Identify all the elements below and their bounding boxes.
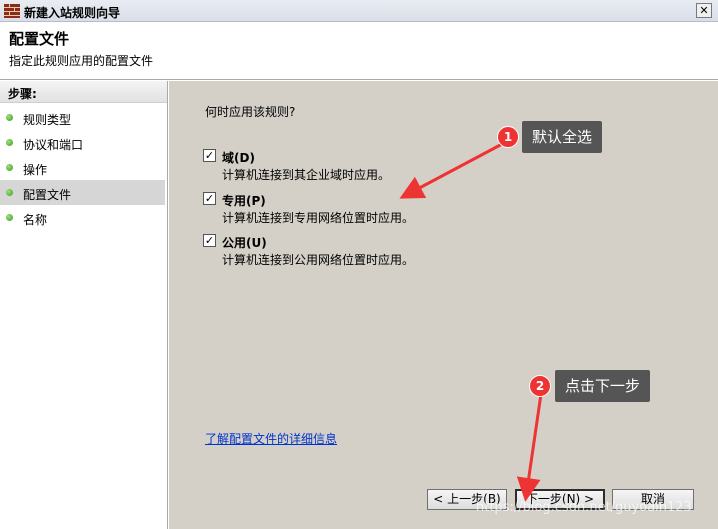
close-icon: ✕ — [699, 4, 709, 17]
profile-help-link[interactable]: 了解配置文件的详细信息 — [205, 430, 337, 447]
close-button[interactable]: ✕ — [696, 3, 712, 18]
step-profile[interactable]: 配置文件 — [0, 180, 165, 205]
step-bullet-icon — [6, 214, 13, 221]
title-bar: 新建入站规则向导 ✕ — [0, 0, 718, 22]
step-bullet-icon — [6, 164, 13, 171]
step-label: 配置文件 — [23, 188, 72, 202]
annotation-callout-2: 点击下一步 — [555, 370, 651, 402]
firewall-icon — [4, 4, 20, 18]
question-text: 何时应用该规则? — [205, 105, 296, 119]
callout-text: 默认全选 — [532, 128, 593, 146]
step-bullet-icon — [6, 189, 13, 196]
option-label: 专用(P) — [222, 194, 266, 208]
private-checkbox[interactable]: ✓ — [203, 192, 216, 205]
step-label: 名称 — [23, 213, 48, 227]
steps-sidebar: 步骤: 规则类型 协议和端口 操作 配置文件 名称 — [0, 81, 168, 529]
domain-checkbox[interactable]: ✓ — [203, 149, 216, 162]
window-title: 新建入站规则向导 — [24, 6, 121, 20]
callout-text: 点击下一步 — [565, 377, 641, 395]
step-action[interactable]: 操作 — [0, 155, 165, 180]
annotation-badge-1: 1 — [497, 126, 519, 148]
page-subtitle: 指定此规则应用的配置文件 — [9, 54, 154, 68]
step-bullet-icon — [6, 139, 13, 146]
annotation-callout-1: 默认全选 — [522, 121, 603, 153]
option-description: 计算机连接到公用网络位置时应用。 — [222, 253, 415, 267]
option-description: 计算机连接到其企业域时应用。 — [222, 168, 391, 182]
content-pane: 何时应用该规则? ✓ 域(D) 计算机连接到其企业域时应用。 ✓ 专用(P) 计… — [169, 81, 718, 529]
option-description: 计算机连接到专用网络位置时应用。 — [222, 211, 415, 225]
step-bullet-icon — [6, 114, 13, 121]
public-checkbox[interactable]: ✓ — [203, 234, 216, 247]
step-label: 规则类型 — [23, 113, 72, 127]
steps-heading: 步骤: — [0, 81, 167, 103]
step-protocol-port[interactable]: 协议和端口 — [0, 130, 165, 155]
watermark: https://blog.csdn.net/guyoain123 — [476, 500, 692, 515]
option-label: 公用(U) — [222, 236, 267, 250]
step-rule-type[interactable]: 规则类型 — [0, 105, 165, 130]
step-name[interactable]: 名称 — [0, 205, 165, 230]
wizard-header: 配置文件 指定此规则应用的配置文件 — [0, 23, 718, 80]
step-label: 协议和端口 — [23, 138, 84, 152]
annotation-badge-2: 2 — [529, 375, 551, 397]
option-label: 域(D) — [222, 151, 255, 165]
step-label: 操作 — [23, 163, 48, 177]
page-title: 配置文件 — [9, 30, 70, 48]
